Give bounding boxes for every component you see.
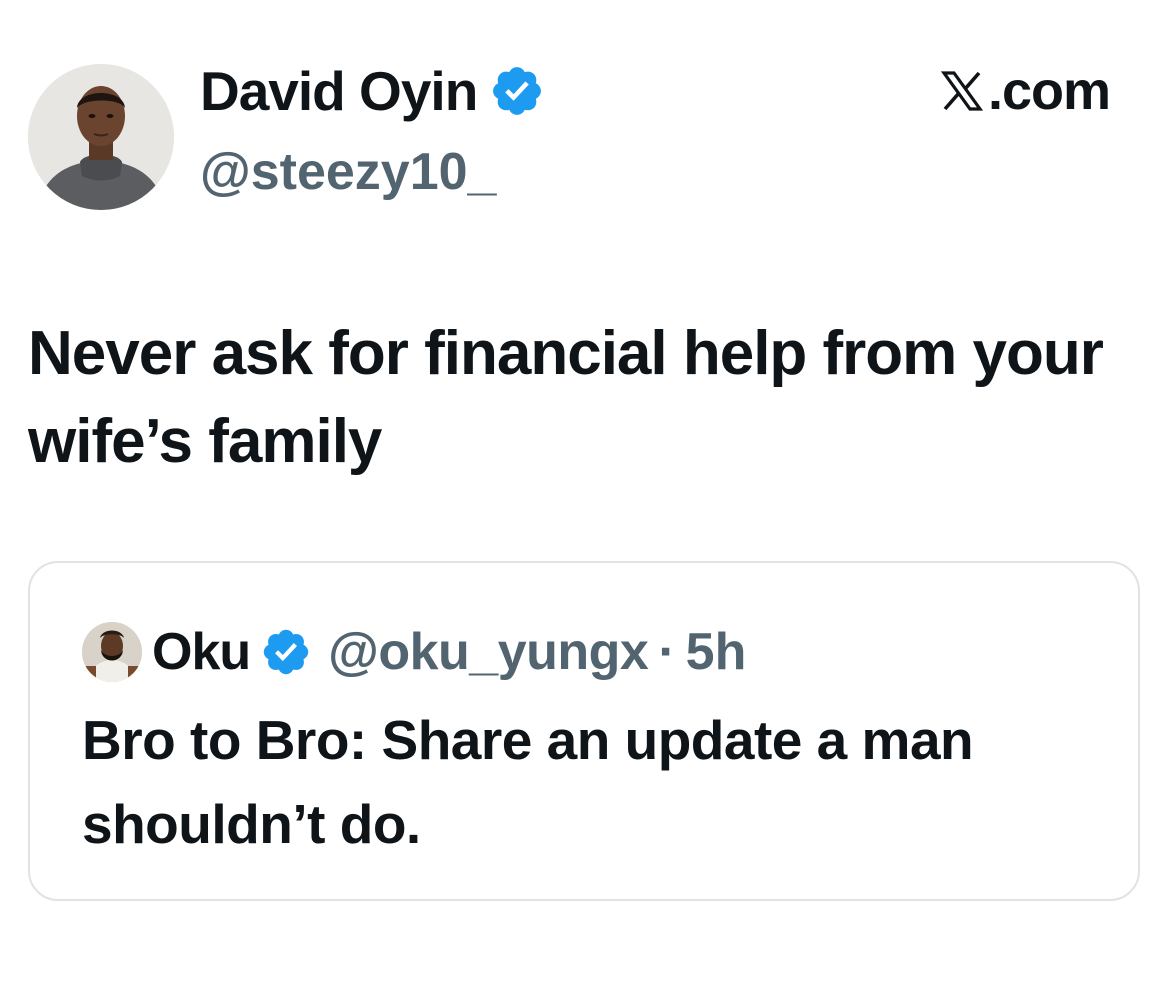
- quoted-verified-badge-icon: [260, 626, 312, 678]
- quoted-tweet-card[interactable]: Oku @oku_yungx · 5h Bro to Bro: Share an…: [28, 561, 1140, 901]
- quoted-separator: ·: [658, 623, 676, 681]
- tweet-text: Never ask for financial help from your w…: [28, 319, 1104, 476]
- profile-photo-icon: [28, 64, 174, 210]
- quoted-author-avatar[interactable]: [82, 622, 142, 682]
- brand-watermark: .com: [938, 60, 1111, 122]
- quoted-timestamp[interactable]: 5h: [686, 622, 747, 682]
- quoted-display-name[interactable]: Oku: [152, 622, 251, 682]
- author-display-name[interactable]: David Oyin: [200, 59, 478, 123]
- quoted-profile-photo-icon: [82, 622, 142, 682]
- author-name-row: David Oyin: [200, 58, 545, 124]
- verified-badge-icon: [489, 63, 545, 119]
- quoted-tweet-text: Bro to Bro: Share an update a man should…: [82, 709, 974, 855]
- quoted-handle[interactable]: @oku_yungx: [328, 622, 649, 682]
- author-avatar[interactable]: [28, 64, 174, 210]
- brand-text: .com: [987, 61, 1111, 121]
- x-logo-icon: [938, 67, 986, 115]
- quoted-tweet-header: Oku @oku_yungx · 5h: [82, 617, 746, 687]
- author-handle[interactable]: @steezy10_: [200, 142, 496, 202]
